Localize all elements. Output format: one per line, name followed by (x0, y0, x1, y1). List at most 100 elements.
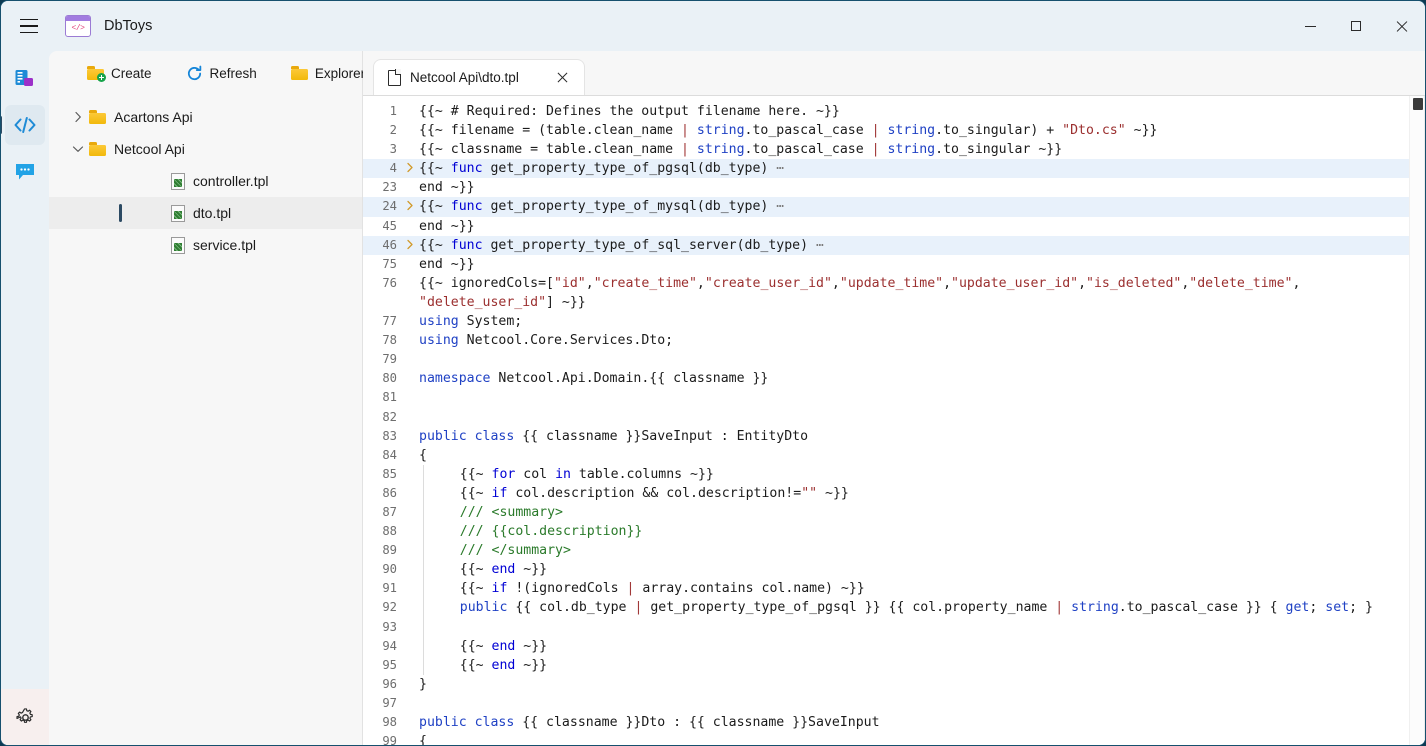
chevron-down-icon[interactable] (67, 145, 89, 153)
code-line[interactable]: 78 using Netcool.Core.Services.Dto; (363, 331, 1409, 350)
tree-item-netcool-api[interactable]: Netcool Api (49, 133, 362, 165)
code-line[interactable]: 77 using System; (363, 312, 1409, 331)
code-token: | (681, 142, 697, 158)
minimize-icon[interactable] (1287, 1, 1333, 51)
code-line[interactable]: 79 (363, 350, 1409, 369)
scrollbar-thumb[interactable] (1413, 98, 1423, 110)
code-line[interactable]: 76 {{~ ignoredCols=["id","create_time","c… (363, 274, 1409, 312)
code-line[interactable]: 98 public class {{ classname }}Dto : {{ c… (363, 713, 1409, 732)
code-token: } (419, 676, 427, 692)
line-number: 87 (382, 504, 397, 519)
explorer-button[interactable]: Explorer (287, 63, 369, 84)
code-token: col (515, 466, 556, 482)
create-button[interactable]: Create (83, 63, 156, 84)
code-token: end ~}} (419, 218, 475, 234)
code-token: table.columns ~}} (570, 466, 714, 482)
code-token: public (419, 428, 467, 444)
code-line[interactable]: 81 (363, 388, 1409, 407)
code-line[interactable]: 85 {{~ for col in table.columns ~}} (363, 464, 1409, 484)
code-token: {{~ (419, 199, 451, 215)
code-line[interactable]: 83 public class {{ classname }}SaveInput … (363, 427, 1409, 446)
code-line[interactable]: 91 {{~ if !(ignoredCols | array.contains… (363, 579, 1409, 599)
code-line[interactable]: 82 (363, 408, 1409, 427)
code-text: {{~ # Required: Defines the output filen… (419, 102, 1409, 121)
code-editor[interactable]: 1 {{~ # Required: Defines the output file… (363, 95, 1425, 745)
code-token: {{ classname }}Dto : {{ classname }}Save… (514, 715, 880, 730)
code-text: { (419, 446, 1409, 465)
code-line[interactable]: 92 public {{ col.db_type | get_property_… (363, 598, 1409, 618)
maximize-icon[interactable] (1333, 1, 1379, 51)
code-token: "create_user_id" (704, 275, 832, 291)
tree-item-acartons-api[interactable]: Acartons Api (49, 101, 362, 133)
code-token: Netcool.Api.Domain.{{ classname }} (490, 371, 769, 387)
code-line[interactable]: 1 {{~ # Required: Defines the output file… (363, 102, 1409, 121)
chevron-right-icon[interactable] (67, 111, 89, 123)
scrollbar-edge (1424, 96, 1425, 745)
code-text: using System; (419, 312, 1409, 331)
code-line[interactable]: 86 {{~ if col.description && col.descrip… (363, 483, 1409, 503)
code-text: {{~ end ~}} (419, 560, 1409, 580)
code-line[interactable]: 24 {{~ func get_property_type_of_mysql(db… (363, 197, 1409, 217)
code-text: {{~ func get_property_type_of_sql_server… (419, 236, 1409, 255)
settings-button[interactable] (1, 689, 49, 745)
create-button-label: Create (111, 65, 152, 81)
code-line[interactable]: 3 {{~ classname = table.clean_name | stri… (363, 140, 1409, 159)
vertical-scrollbar[interactable] (1409, 96, 1425, 745)
line-number: 90 (382, 562, 397, 577)
code-token: | (871, 123, 888, 139)
code-line[interactable]: 99 { (363, 732, 1409, 745)
app-title: DbToys (104, 18, 153, 34)
line-number: 45 (382, 218, 397, 233)
code-line[interactable]: 94 {{~ end ~}} (363, 636, 1409, 656)
code-line[interactable]: 89 /// </summary> (363, 541, 1409, 561)
fold-chevron-icon[interactable] (401, 197, 419, 216)
code-line[interactable]: 75 end ~}} (363, 255, 1409, 274)
tree-item-dto-tpl[interactable]: dto.tpl (49, 197, 362, 229)
code-text: {{~ func get_property_type_of_mysql(db_t… (419, 197, 1409, 216)
code-line[interactable]: 90 {{~ end ~}} (363, 560, 1409, 580)
code-token: "create_time" (593, 275, 697, 291)
code-line[interactable]: 2 {{~ filename = (table.clean_name | stri… (363, 121, 1409, 140)
code-token: | (626, 581, 643, 597)
code-token: .to_singular) + (935, 123, 1063, 139)
code-line[interactable]: 97 (363, 694, 1409, 713)
line-number: 24 (382, 199, 397, 214)
editor-tab-dto-tpl[interactable]: Netcool Api\dto.tpl (373, 59, 585, 95)
code-line[interactable]: 88 /// {{col.description}} (363, 522, 1409, 542)
code-line[interactable]: 87 /// <summary> (363, 502, 1409, 523)
line-number: 81 (382, 390, 397, 405)
close-icon[interactable] (552, 67, 574, 89)
fold-chevron-icon[interactable] (401, 159, 419, 178)
code-token: ; } (1349, 600, 1373, 616)
code-token: string (887, 142, 936, 158)
activity-item-chat[interactable] (5, 151, 45, 191)
code-line[interactable]: 96} (363, 675, 1409, 694)
code-line[interactable]: 4 {{~ func get_property_type_of_pgsql(db_… (363, 159, 1409, 179)
code-text: { (419, 732, 1409, 745)
database-icon (15, 70, 33, 86)
code-text: {{~ if !(ignoredCols | array.contains co… (419, 579, 1409, 599)
code-line[interactable]: 23 end ~}} (363, 178, 1409, 197)
code-line[interactable]: 45 end ~}} (363, 217, 1409, 236)
code-token: "" (801, 485, 818, 501)
code-line[interactable]: 93 (363, 617, 1409, 637)
fold-chevron-icon[interactable] (401, 236, 419, 255)
tree-item-service-tpl[interactable]: service.tpl (49, 229, 362, 261)
code-line[interactable]: 80 namespace Netcool.Api.Domain.{{ classn… (363, 369, 1409, 388)
hamburger-icon[interactable] (7, 4, 51, 48)
code-text: {{~ end ~}} (419, 636, 1409, 656)
line-number: 80 (382, 371, 397, 386)
code-line[interactable]: 95 {{~ end ~}} (363, 655, 1409, 675)
activity-item-templates[interactable] (1, 105, 45, 145)
code-token: | (634, 600, 651, 616)
code-line[interactable]: 84 { (363, 446, 1409, 465)
refresh-button[interactable]: Refresh (182, 62, 261, 85)
tree-item-controller-tpl[interactable]: controller.tpl (49, 165, 362, 197)
code-token: {{~ (419, 237, 451, 253)
code-token: {{~ classname = table.clean_name (419, 142, 682, 158)
line-number: 75 (382, 256, 397, 271)
close-icon[interactable] (1379, 1, 1425, 51)
code-line[interactable]: 46 {{~ func get_property_type_of_sql_serv… (363, 235, 1409, 255)
code-token: end (491, 657, 516, 673)
activity-item-database[interactable] (5, 59, 45, 99)
